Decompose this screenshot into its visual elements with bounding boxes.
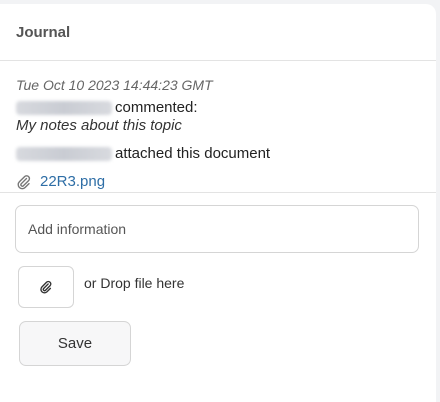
attach-action: attached this document [115,145,271,162]
drop-file-text: or Drop file here [84,275,185,291]
save-button[interactable]: Save [19,321,131,366]
redacted-user-name [16,147,112,161]
entry-timestamp: Tue Oct 10 2023 14:44:23 GMT [16,77,213,93]
journal-header: Journal [0,4,436,61]
journal-entry: Tue Oct 10 2023 14:44:23 GMT commented: … [0,61,436,193]
journal-form: or Drop file here Save [0,193,436,366]
paperclip-icon [39,280,53,294]
file-drop-zone[interactable]: or Drop file here [18,266,421,308]
paperclip-icon [16,174,32,190]
attachment-link[interactable]: 22R3.png [40,173,105,190]
journal-panel: Journal Tue Oct 10 2023 14:44:23 GMT com… [0,4,436,402]
attach-file-button[interactable] [18,266,74,308]
attachment-row: 22R3.png [16,173,420,190]
comment-line: commented: [16,99,420,117]
attach-line: attached this document [16,145,420,163]
comment-text: My notes about this topic [16,117,182,134]
add-information-input[interactable] [15,205,419,253]
comment-action: commented: [115,99,198,116]
journal-title: Journal [16,23,71,41]
redacted-user-name [16,101,112,115]
